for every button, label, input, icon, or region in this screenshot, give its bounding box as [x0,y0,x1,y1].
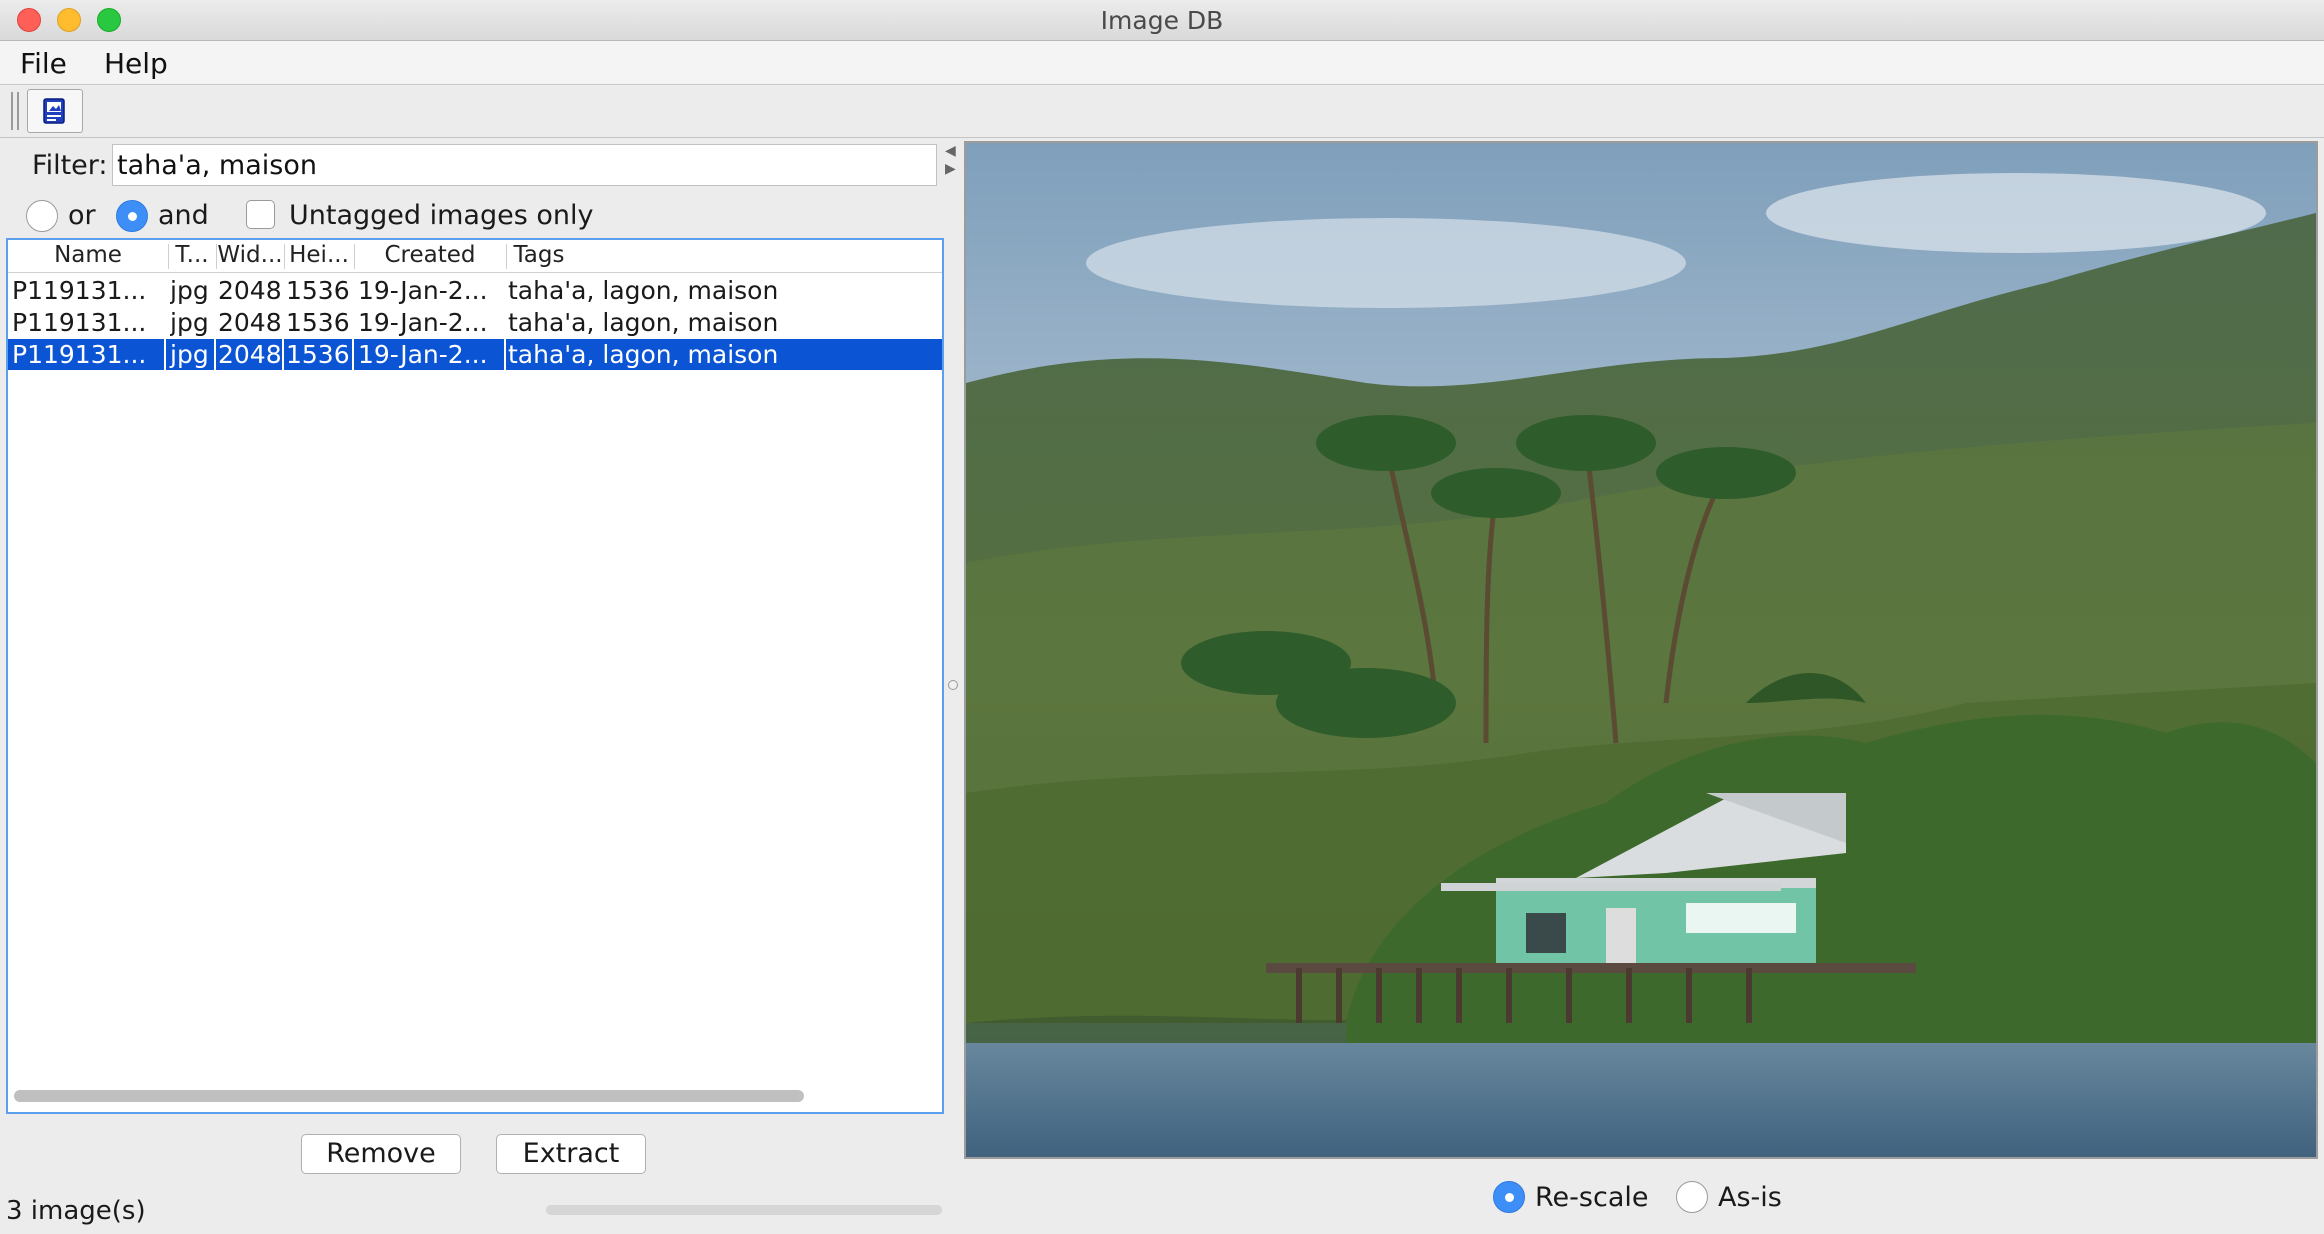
as-is-radio[interactable] [1676,1181,1708,1213]
cell-width: 2048 [218,276,282,305]
cell-height: 1536 [284,339,354,370]
column-header-created[interactable]: Created [354,242,506,268]
cell-created: 19-Jan-2... [354,339,506,370]
image-db-icon [43,98,65,124]
split-pane-divider-handle[interactable] [948,680,958,690]
column-header-tags[interactable]: Tags [506,242,572,268]
rescale-radio[interactable] [1493,1181,1525,1213]
or-radio[interactable] [26,200,58,232]
column-header-type[interactable]: T... [168,242,216,268]
cell-type: jpg [170,308,209,337]
filter-label: Filter: [32,150,108,181]
column-header-width[interactable]: Wid... [216,242,284,268]
cell-type: jpg [168,339,216,370]
filter-scroll-right-icon[interactable]: ▶ [945,161,956,177]
filter-input[interactable] [112,144,937,186]
photo-preview-image [966,143,2316,1157]
image-db-toolbar-button[interactable] [27,89,83,133]
table-horizontal-scrollbar[interactable] [14,1090,804,1102]
and-radio-label: and [158,200,209,231]
untagged-only-checkbox[interactable] [246,200,275,229]
cell-width: 2048 [218,308,282,337]
remove-button[interactable]: Remove [301,1134,461,1174]
extract-button[interactable]: Extract [496,1134,646,1174]
cell-created: 19-Jan-2... [358,308,488,337]
table-row[interactable]: P119131... jpg 2048 1536 19-Jan-2... tah… [8,275,942,306]
cell-name: P119131... [12,308,147,337]
rescale-label: Re-scale [1535,1182,1649,1213]
cell-height: 1536 [286,308,350,337]
toolbar [0,86,2324,138]
untagged-only-label: Untagged images only [289,200,594,231]
cell-tags: taha'a, lagon, maison [508,340,779,369]
and-radio[interactable] [116,200,148,232]
cell-type: jpg [170,276,209,305]
window-title: Image DB [1100,6,1224,35]
image-preview [964,141,2318,1159]
title-bar: Image DB [0,0,2324,41]
filter-scroll-left-icon[interactable]: ◀ [945,143,956,159]
column-header-height[interactable]: Hei... [284,242,354,268]
table-header: Name T... Wid... Hei... Created Tags [8,240,942,273]
cell-width: 2048 [216,339,284,370]
menu-help[interactable]: Help [104,47,168,80]
cell-tags: taha'a, lagon, maison [508,276,779,305]
image-table[interactable]: Name T... Wid... Hei... Created Tags P11… [6,238,944,1114]
as-is-label: As-is [1718,1182,1782,1213]
cell-tags: taha'a, lagon, maison [508,308,779,337]
table-row-selected[interactable]: P119131... jpg 2048 1536 19-Jan-2... tah… [8,339,942,370]
toolbar-grip[interactable] [11,92,19,130]
cell-created: 19-Jan-2... [358,276,488,305]
table-row[interactable]: P119131... jpg 2048 1536 19-Jan-2... tah… [8,307,942,338]
status-image-count: 3 image(s) [6,1196,146,1226]
cell-name: P119131... [8,339,166,370]
menu-bar: File Help [0,41,2324,85]
column-header-name[interactable]: Name [8,242,168,268]
cell-height: 1536 [286,276,350,305]
or-radio-label: or [68,200,96,231]
menu-file[interactable]: File [20,47,67,80]
status-progress-track [546,1205,942,1215]
cell-name: P119131... [12,276,147,305]
